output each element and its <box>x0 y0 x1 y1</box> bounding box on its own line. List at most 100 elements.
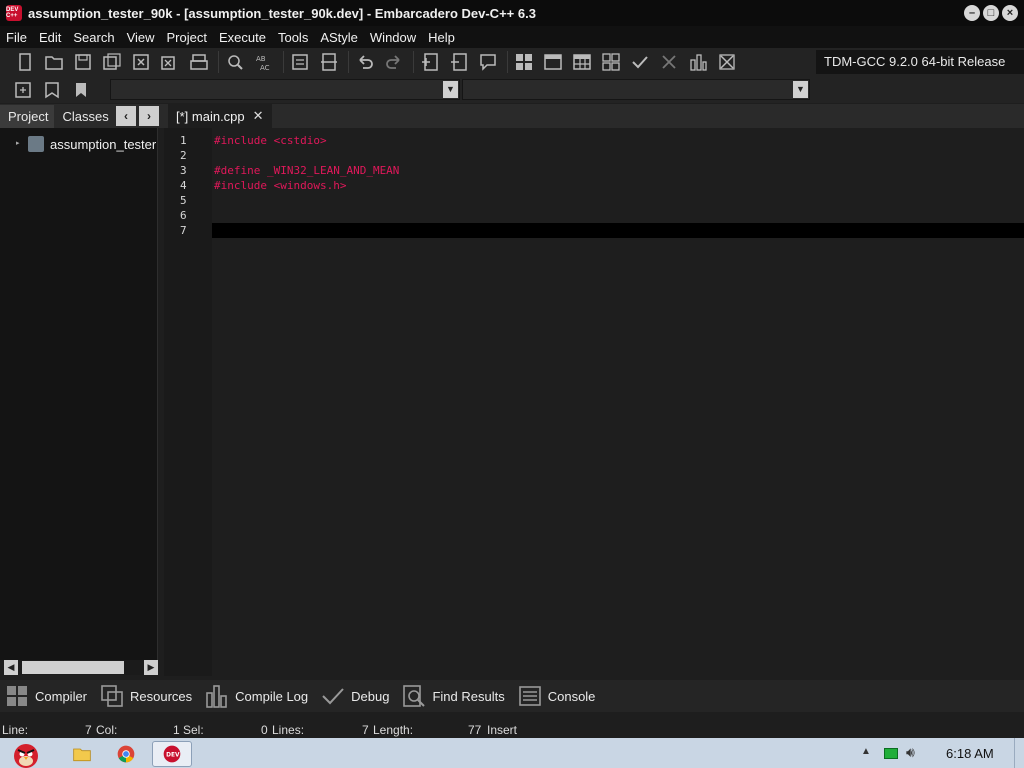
volume-icon[interactable]: 🔊︎ <box>906 744 915 761</box>
code-editor[interactable]: 1 2 3 4 5 6 7 #include <cstdio> #define … <box>164 128 1024 676</box>
project-panel-scrollbar[interactable]: ◀ ▶ <box>4 660 158 675</box>
code-line[interactable]: #include <cstdio> <box>214 134 327 147</box>
redo-button[interactable] <box>381 50 407 74</box>
taskbar-devcpp[interactable]: DEV <box>152 741 192 767</box>
menu-tools[interactable]: Tools <box>274 30 312 45</box>
line-number-gutter: 1 2 3 4 5 6 7 <box>164 128 212 676</box>
stop-button[interactable] <box>656 50 682 74</box>
tab-prev-button[interactable]: ‹ <box>116 106 136 126</box>
menu-file[interactable]: File <box>2 30 31 45</box>
taskbar-chrome[interactable] <box>106 741 146 767</box>
scroll-left-icon[interactable]: ◀ <box>4 660 18 675</box>
save-all-button[interactable] <box>99 50 125 74</box>
syntax-check-button[interactable] <box>627 50 653 74</box>
rebuild-button[interactable] <box>598 50 624 74</box>
bar-chart-icon <box>690 54 707 71</box>
status-length-value: 77 <box>468 723 482 737</box>
status-sel-value: 0 <box>261 723 268 737</box>
show-hidden-icons-icon[interactable]: ▲ <box>861 746 871 757</box>
checkmark-icon <box>322 688 344 705</box>
tab-compiler[interactable]: Compiler <box>4 683 87 709</box>
tab-main-cpp[interactable]: [*] main.cpp ✕ <box>168 104 272 128</box>
taskbar-explorer[interactable] <box>62 741 102 767</box>
line-number: 5 <box>180 194 187 207</box>
toggle-bookmark-button[interactable] <box>39 78 65 102</box>
status-line-value: 7 <box>85 723 92 737</box>
split-view-button[interactable] <box>316 50 342 74</box>
code-line[interactable]: #include <windows.h> <box>214 179 346 192</box>
replace-button[interactable]: AB AC <box>251 50 277 74</box>
insert-button[interactable] <box>10 78 36 102</box>
editor-tab-label: [*] main.cpp <box>176 108 245 124</box>
comment-icon <box>480 54 496 71</box>
profile-button[interactable] <box>685 50 711 74</box>
open-button[interactable] <box>41 50 67 74</box>
chevron-down-icon[interactable]: ▼ <box>793 81 808 98</box>
close-file-button[interactable] <box>128 50 154 74</box>
menu-view[interactable]: View <box>123 30 159 45</box>
menu-window[interactable]: Window <box>366 30 420 45</box>
code-line[interactable]: #define _WIN32_LEAN_AND_MEAN <box>214 164 399 177</box>
find-button[interactable] <box>222 50 248 74</box>
save-button[interactable] <box>70 50 96 74</box>
tab-classes[interactable]: Classes <box>54 105 114 128</box>
status-sel-label: Sel: <box>183 723 204 737</box>
remove-file-button[interactable] <box>446 50 472 74</box>
close-button[interactable]: × <box>1002 5 1018 21</box>
search-icon <box>403 685 426 707</box>
compiler-selector[interactable]: TDM-GCC 9.2.0 64-bit Release <box>816 50 1024 74</box>
tab-label: Resources <box>130 688 193 704</box>
class-combobox[interactable]: ▼ <box>110 79 460 100</box>
network-icon[interactable] <box>884 748 898 759</box>
menu-edit[interactable]: Edit <box>35 30 65 45</box>
menu-astyle[interactable]: AStyle <box>316 30 362 45</box>
tab-resources[interactable]: Resources <box>99 683 192 709</box>
status-col-value: 1 <box>173 723 180 737</box>
start-button[interactable] <box>2 741 50 768</box>
tab-compile-log[interactable]: Compile Log <box>204 683 308 709</box>
chevron-down-icon[interactable]: ▼ <box>443 81 458 98</box>
close-tab-icon[interactable]: ✕ <box>253 108 264 124</box>
taskbar-clock[interactable]: 6:18 AM <box>946 746 994 761</box>
show-desktop-button[interactable] <box>1014 738 1024 768</box>
delete-profile-button[interactable] <box>714 50 740 74</box>
member-combobox[interactable]: ▼ <box>462 79 810 100</box>
minimize-button[interactable]: – <box>964 5 980 21</box>
tab-label: Console <box>547 688 596 704</box>
undo-button[interactable] <box>352 50 378 74</box>
tab-find-results[interactable]: Find Results <box>401 683 505 709</box>
menu-execute[interactable]: Execute <box>215 30 270 45</box>
tab-console[interactable]: Console <box>517 683 596 709</box>
resources-icon <box>101 685 123 707</box>
new-file-icon <box>19 53 31 71</box>
new-project-button[interactable] <box>417 50 443 74</box>
project-options-button[interactable] <box>475 50 501 74</box>
indent-button[interactable] <box>287 50 313 74</box>
table-icon <box>573 54 591 70</box>
maximize-button[interactable]: □ <box>983 5 999 21</box>
close-all-button[interactable] <box>157 50 183 74</box>
scrollbar-thumb[interactable] <box>22 661 124 674</box>
devcpp-app-icon[interactable]: DEV C++ <box>6 5 22 21</box>
scroll-right-icon[interactable]: ▶ <box>144 660 158 675</box>
expand-arrow-icon[interactable]: ▸ <box>16 140 24 148</box>
compile-button[interactable] <box>511 50 537 74</box>
goto-bookmark-button[interactable] <box>68 78 94 102</box>
toolbar-separator <box>413 51 414 73</box>
tab-project[interactable]: Project <box>0 105 55 128</box>
toolbar-separator <box>348 51 349 73</box>
menu-search[interactable]: Search <box>69 30 118 45</box>
print-button[interactable] <box>186 50 212 74</box>
tree-item-project[interactable]: ▸ assumption_tester <box>16 136 156 152</box>
new-file-button[interactable] <box>12 50 38 74</box>
toolbar-separator <box>507 51 508 73</box>
line-number: 3 <box>180 164 187 177</box>
title-bar: DEV C++ assumption_tester_90k - [assumpt… <box>0 0 1024 26</box>
tab-debug[interactable]: Debug <box>320 683 389 709</box>
compile-run-button[interactable] <box>569 50 595 74</box>
menu-project[interactable]: Project <box>163 30 211 45</box>
tab-next-button[interactable]: › <box>139 106 159 126</box>
run-button[interactable] <box>540 50 566 74</box>
menu-help[interactable]: Help <box>424 30 459 45</box>
save-icon <box>75 54 91 70</box>
